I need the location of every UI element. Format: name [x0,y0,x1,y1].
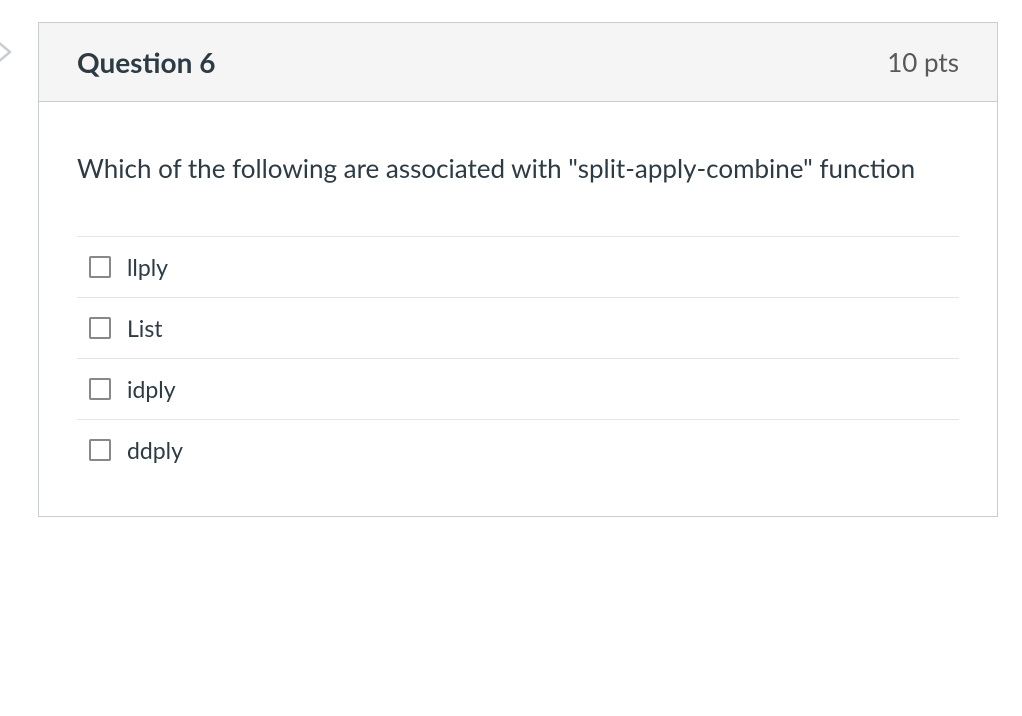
question-points: 10 pts [887,46,959,78]
option-label: List [127,314,163,342]
option-row[interactable]: ddply [77,419,959,480]
option-row[interactable]: List [77,297,959,358]
checkbox-icon[interactable] [89,439,111,461]
option-row[interactable]: llply [77,236,959,297]
option-row[interactable]: idply [77,358,959,419]
question-body: Which of the following are associated wi… [39,102,997,516]
question-header: Question 6 10 pts [39,23,997,102]
option-label: idply [127,375,176,403]
options-list: llply List idply ddply [77,236,959,480]
option-label: ddply [127,436,183,464]
checkbox-icon[interactable] [89,317,111,339]
question-title: Question 6 [77,45,215,79]
question-card: Question 6 10 pts Which of the following… [38,22,998,517]
nav-arrow-icon [0,40,16,64]
question-text: Which of the following are associated wi… [77,150,959,188]
option-label: llply [127,253,168,281]
checkbox-icon[interactable] [89,256,111,278]
checkbox-icon[interactable] [89,378,111,400]
